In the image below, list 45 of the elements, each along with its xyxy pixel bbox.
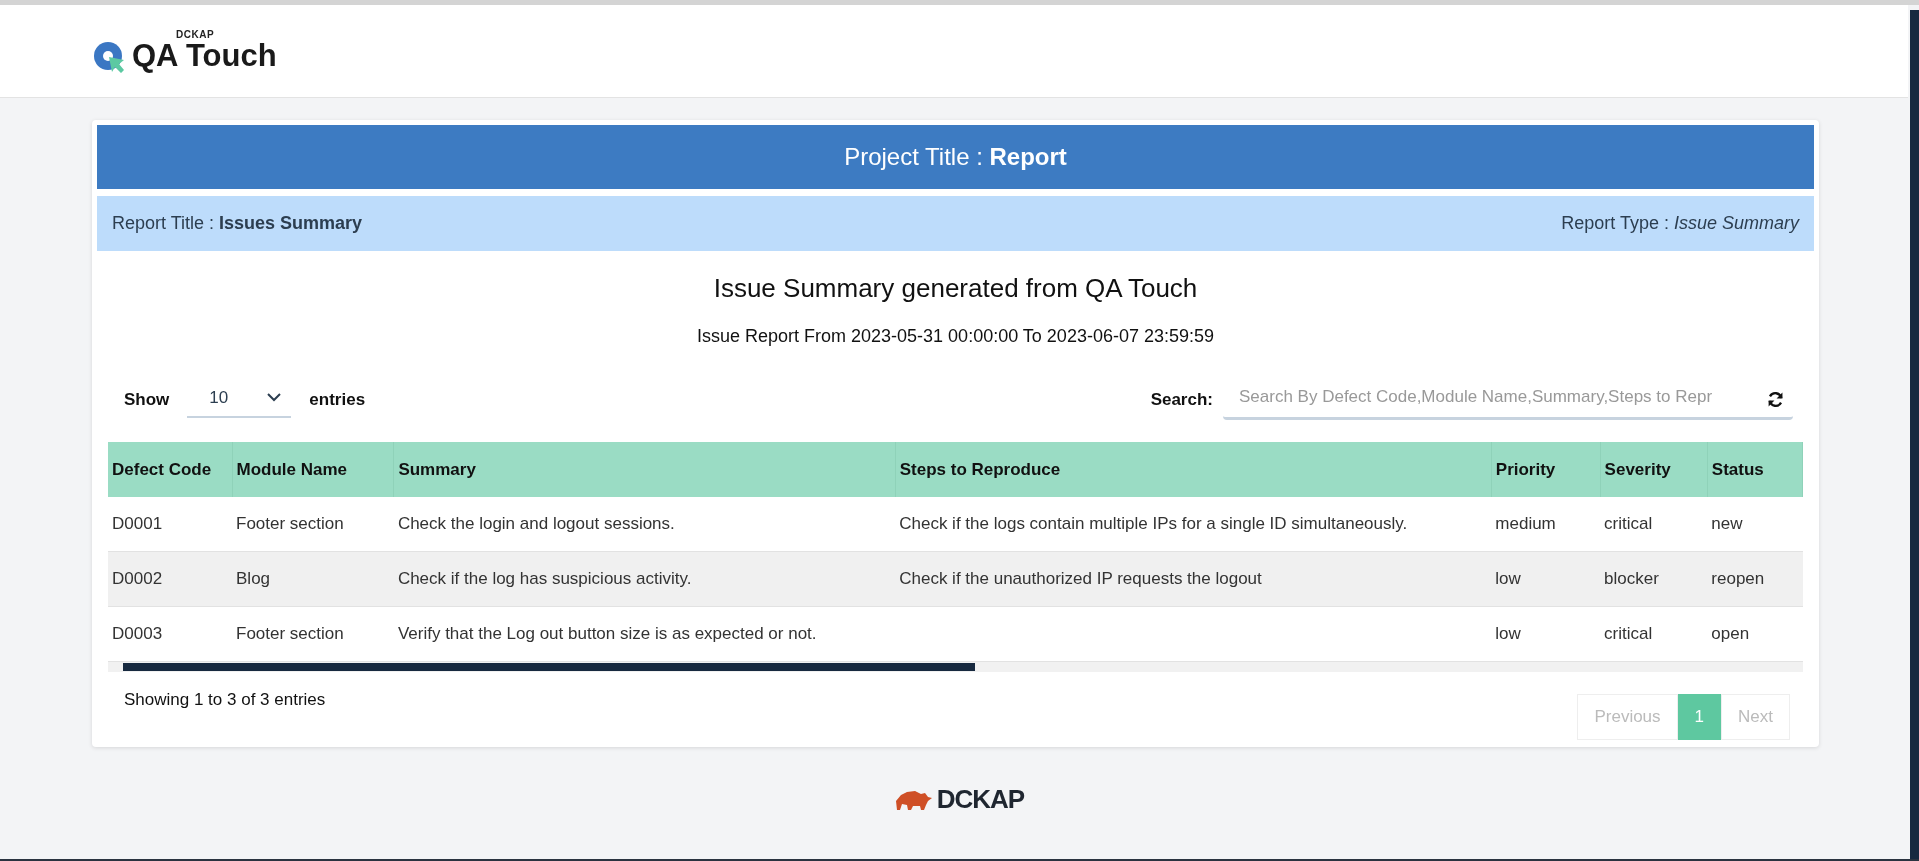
table-cell: medium: [1495, 514, 1556, 533]
table-cell: D0001: [112, 514, 163, 533]
column-header[interactable]: Status: [1707, 442, 1803, 497]
column-header[interactable]: Severity: [1600, 442, 1708, 497]
search-label: Search:: [1150, 389, 1213, 410]
report-heading: Issue Summary generated from QA Touch: [712, 273, 1199, 304]
column-header[interactable]: Steps to Reproduce: [895, 442, 1492, 497]
table-cell: D0003: [112, 624, 163, 643]
report-period: Issue Report From 2023-05-31 00:00:00 To 2023-06-07 23:59:59: [696, 326, 1215, 347]
rhino-icon: [894, 788, 933, 811]
column-header[interactable]: Priority: [1491, 442, 1601, 497]
table-cell: reopen: [1711, 569, 1765, 588]
table-cell: low: [1495, 569, 1521, 588]
table-cell: critical: [1604, 514, 1653, 533]
column-header[interactable]: Summary: [393, 442, 896, 497]
logo-icon: [92, 39, 126, 74]
table-cell: new: [1711, 514, 1743, 533]
table-cell: Check if the logs contain multiple IPs for a single ID simultaneously.: [899, 514, 1408, 533]
table-cell: low: [1495, 624, 1521, 643]
column-header[interactable]: Defect Code: [108, 442, 232, 497]
table-cell: Footer section: [236, 514, 344, 533]
table-cell: Check if the unauthorized IP requests the logout: [899, 569, 1262, 588]
table-cell: Check the login and logout sessions.: [397, 514, 675, 533]
report-title: Report Title : Issues Summary: [112, 213, 363, 234]
table-cell: Blog: [236, 569, 271, 588]
table-cell: critical: [1604, 624, 1653, 643]
chevron-icon: [267, 393, 282, 402]
entries-info: Showing 1 to 3 of 3 entries: [124, 690, 326, 710]
table-cell: D0002: [112, 569, 163, 588]
table-cell: Check if the log has suspicious activity.: [397, 569, 692, 588]
entries-select[interactable]: 10: [187, 381, 292, 418]
table-cell: open: [1711, 624, 1750, 643]
project-title: Project Title : Report: [844, 143, 1067, 171]
table-cell: Verify that the Log out button size is as expected or not.: [397, 624, 817, 643]
logo-brand: DCKAP: [176, 28, 216, 40]
report-type: Report Type : Issue Summary: [1561, 213, 1799, 234]
table-cell: blocker: [1604, 569, 1659, 588]
footer-brand: DCKAP: [936, 784, 1025, 815]
show-label: Show: [124, 389, 170, 410]
horizontal-scrollbar[interactable]: [108, 662, 1803, 672]
column-header[interactable]: Module Name: [232, 442, 394, 497]
table-cell: Footer section: [236, 624, 344, 643]
entries-label: entries: [309, 389, 366, 410]
scrollbar-thumb[interactable]: [123, 663, 975, 671]
logo-name: QA Touch: [132, 37, 277, 74]
